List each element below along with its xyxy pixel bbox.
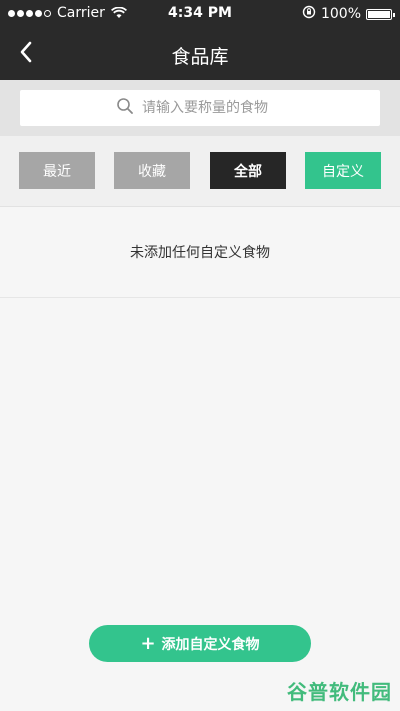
tab-custom[interactable]: 自定义 xyxy=(305,152,381,189)
search-icon xyxy=(116,97,134,119)
nav-bar: 食品库 xyxy=(0,28,400,80)
tab-favorites[interactable]: 收藏 xyxy=(114,152,190,189)
status-bar: Carrier 4:34 PM 100% xyxy=(0,0,400,28)
orientation-lock-icon xyxy=(302,5,316,23)
status-right: 100% xyxy=(302,5,395,23)
screen: Carrier 4:34 PM 100% 食品库 请输入要称量的食物 最近 收藏… xyxy=(0,0,400,711)
search-box[interactable] xyxy=(20,90,380,126)
plus-icon: + xyxy=(140,632,156,654)
battery-percent: 100% xyxy=(320,6,361,22)
add-custom-food-button[interactable]: + 添加自定义食物 xyxy=(89,625,311,662)
tab-recent[interactable]: 最近 xyxy=(19,152,95,189)
filter-tabs: 最近 收藏 全部 自定义 xyxy=(0,136,400,207)
empty-state-message: 未添加任何自定义食物 xyxy=(0,207,400,298)
watermark: 谷普软件园 xyxy=(287,680,392,704)
add-button-label: 添加自定义食物 xyxy=(161,636,260,653)
tab-all[interactable]: 全部 xyxy=(210,152,286,189)
search-input[interactable] xyxy=(140,99,284,117)
page-title: 食品库 xyxy=(171,46,229,68)
search-area xyxy=(0,80,400,136)
battery-icon xyxy=(366,8,395,20)
